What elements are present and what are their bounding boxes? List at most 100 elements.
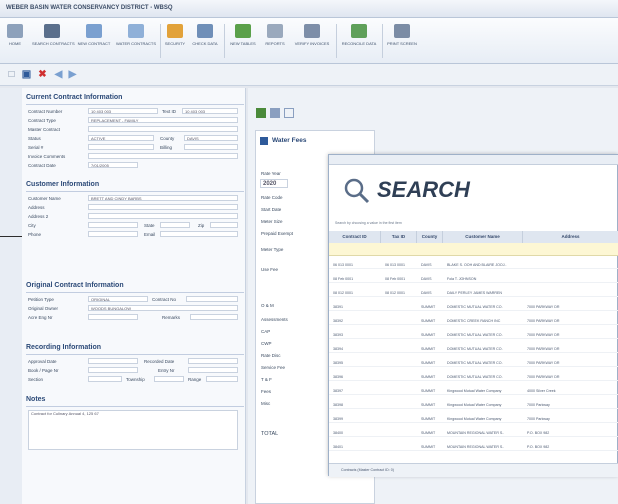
security-label: SECURITY: [164, 41, 186, 46]
text-id-field[interactable]: 10 403 003: [182, 108, 238, 114]
column-header-tax-id[interactable]: Tax ID: [381, 231, 417, 243]
contract-no-field[interactable]: [186, 296, 238, 302]
zip-label: Zip: [198, 223, 205, 228]
table-cell: 4000 Silver Creek: [527, 389, 556, 393]
forward-icon[interactable]: ▶: [67, 69, 78, 80]
address2-field[interactable]: [88, 213, 238, 219]
section-label: Section: [28, 377, 44, 382]
contract-type-select[interactable]: REPLACEMENT - FAMILY: [88, 117, 238, 123]
master-contract-label: Master Contract: [28, 127, 61, 132]
fee-label: Prepaid Exempt: [261, 231, 294, 236]
table-row[interactable]: 08 Feb 0001 08 Feb 0001 DAVIS Fola T. JOHNS…: [329, 275, 618, 283]
table-row[interactable]: 38399 SUMMIT Kingwood Mutual Water Company…: [329, 415, 618, 423]
master-contract-field[interactable]: [88, 126, 238, 132]
original-owner-field[interactable]: WOODS BUNGALOW: [88, 305, 238, 311]
table-row[interactable]: 38391 SUMMIT DOMESTIC MUTUAL WATER CO. 7000…: [329, 303, 618, 311]
contract-date-field[interactable]: 7/01/2005: [88, 162, 138, 168]
table-row[interactable]: 38394 SUMMIT DOMESTIC MUTUAL WATER CO. 7000…: [329, 345, 618, 353]
contract-no-label: Contract No: [152, 297, 177, 302]
state-field[interactable]: [160, 222, 190, 228]
print-screen-button[interactable]: PRINT SCREEN: [386, 22, 418, 60]
city-field[interactable]: [88, 222, 138, 228]
new-tables-button[interactable]: NEW TABLES: [228, 22, 258, 60]
table-cell: 7000 PARKWAY DR: [527, 305, 560, 309]
new-contract-button[interactable]: NEW CONTRACT: [76, 22, 112, 60]
table-row[interactable]: 38400 SUMMIT MOUNTAIN REGIONAL WATER S.. P.…: [329, 429, 618, 437]
check-data-button[interactable]: CHECK DATA: [190, 22, 220, 60]
table-row[interactable]: 38395 SUMMIT DOMESTIC MUTUAL WATER CO. 7000…: [329, 359, 618, 367]
fee-label: Fees: [261, 389, 272, 394]
table-row[interactable]: 08 012 0001 08 012 0001 DAVIS DAILY PERLEY …: [329, 289, 618, 297]
table-row[interactable]: 38401 SUMMIT MOUNTAIN REGIONAL WATER S.. P.…: [329, 443, 618, 451]
table-row[interactable]: 06 013 0001 06 013 0001 DAVIS BLAKE S. OOH …: [329, 261, 618, 269]
approval-date-label: Approval Date: [28, 359, 57, 364]
security-button[interactable]: SECURITY: [164, 22, 186, 60]
search-title: SEARCH: [377, 177, 470, 202]
contract-number-label: Contract Number: [28, 109, 63, 114]
table-cell: 08 Feb 0001: [333, 277, 354, 281]
grid-icon[interactable]: [284, 108, 294, 118]
new-document-icon: [86, 24, 102, 38]
serial-field[interactable]: [88, 144, 154, 150]
quick-access-bar: □ ▣ ✖ ◀ ▶: [0, 64, 618, 86]
billing-label: Billing: [160, 145, 173, 150]
rate-year-select[interactable]: 2020: [260, 179, 288, 188]
table-row[interactable]: 38393 SUMMIT DOMESTIC MUTUAL WATER CO. 7000…: [329, 331, 618, 339]
invoice-comments-field[interactable]: [88, 153, 238, 159]
section-select[interactable]: [88, 376, 122, 382]
delete-icon[interactable]: ✖: [37, 69, 48, 80]
status-select[interactable]: ACTIVE: [88, 135, 154, 141]
range-select[interactable]: [206, 376, 238, 382]
home-button[interactable]: HOME: [4, 22, 26, 60]
customer-name-field[interactable]: BRETT AND CINDY BARBS: [88, 195, 238, 201]
approval-date-field[interactable]: [88, 358, 138, 364]
table-row[interactable]: 38397 SUMMIT Kingwood Mutual Water Company…: [329, 387, 618, 395]
address2-label: Address 2: [28, 214, 49, 219]
column-header-contract-id[interactable]: Contract ID: [329, 231, 381, 243]
chart-icon[interactable]: [270, 108, 280, 118]
water-contracts-icon: [128, 24, 144, 38]
petition-type-select[interactable]: ORIGINAL: [88, 296, 148, 302]
township-select[interactable]: [154, 376, 184, 382]
recorded-date-field[interactable]: [188, 358, 238, 364]
table-row[interactable]: 38392 SUMMIT DOMESTIC CREEK RANCH INC 7000 …: [329, 317, 618, 325]
search-footer: Contracts (Master Contract ID: 0): [329, 463, 618, 477]
phone-field[interactable]: [88, 231, 138, 237]
search-contracts-button[interactable]: SEARCH CONTRACTS: [32, 22, 75, 60]
billing-select[interactable]: [184, 144, 238, 150]
table-cell: Kingwood Mutual Water Company: [447, 389, 502, 393]
reports-button[interactable]: REPORTS: [262, 22, 288, 60]
entry-nr-field[interactable]: [188, 367, 238, 373]
book-page-field[interactable]: [88, 367, 138, 373]
ribbon-separator: [160, 24, 161, 58]
new-icon[interactable]: □: [6, 69, 17, 80]
save-icon[interactable]: [260, 137, 268, 145]
filter-row[interactable]: [329, 243, 618, 256]
remarks-select[interactable]: [190, 314, 238, 320]
ribbon-separator: [336, 24, 337, 58]
serial-label: Serial #: [28, 145, 44, 150]
petition-type-label: Petition Type: [28, 297, 54, 302]
column-header-county[interactable]: County: [417, 231, 443, 243]
reconcile-data-label: RECONCILE DATA: [341, 41, 377, 46]
zip-field[interactable]: [210, 222, 238, 228]
acre-eng-field[interactable]: [88, 314, 138, 320]
contract-number-field[interactable]: 10 403 003: [88, 108, 158, 114]
table-cell: 7000 PARKWAY DR: [527, 347, 560, 351]
verify-invoices-button[interactable]: VERIFY INVOICES: [292, 22, 332, 60]
address-field[interactable]: [88, 204, 238, 210]
county-select[interactable]: DAVIS: [184, 135, 238, 141]
column-header-customer-name[interactable]: Customer Name: [443, 231, 523, 243]
email-field[interactable]: [160, 231, 238, 237]
save-icon[interactable]: ▣: [21, 69, 32, 80]
table-row[interactable]: 38398 SUMMIT Kingwood Mutual Water Company…: [329, 401, 618, 409]
notes-textarea[interactable]: Contract for Culinary Annual 4, 125 67: [28, 410, 238, 450]
contract-type-label: Contract Type: [28, 118, 56, 123]
fee-label: Service Fee: [261, 365, 286, 370]
column-header-address[interactable]: Address: [523, 231, 618, 243]
table-row[interactable]: 38396 SUMMIT DOMESTIC MUTUAL WATER CO. 7000…: [329, 373, 618, 381]
excel-icon[interactable]: [256, 108, 266, 118]
reconcile-data-button[interactable]: RECONCILE DATA: [340, 22, 378, 60]
water-contracts-button[interactable]: WATER CONTRACTS: [116, 22, 156, 60]
back-icon[interactable]: ◀: [53, 69, 64, 80]
